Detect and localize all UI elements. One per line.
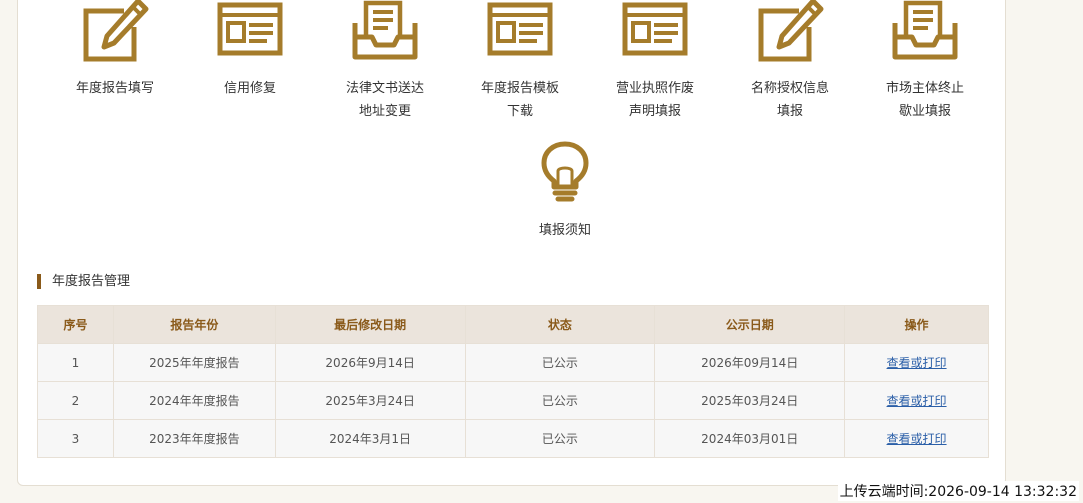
edit-icon bbox=[83, 0, 149, 62]
form-icon bbox=[622, 2, 688, 56]
view-or-print-link[interactable]: 查看或打印 bbox=[887, 356, 947, 370]
report-year: 2024年年度报告 bbox=[112, 381, 276, 420]
form-icon bbox=[217, 2, 283, 56]
service-icons-row: 年度报告填写 信用修复 法律文书送达 地址变更 年度报告模板 下载 营业执照作废… bbox=[48, 0, 992, 238]
publish-date: 2025年03月24日 bbox=[654, 381, 846, 420]
table-row: 3 2023年年度报告 2024年3月1日 已公示 2024年03月01日 查看… bbox=[37, 419, 989, 458]
view-or-print-link[interactable]: 查看或打印 bbox=[887, 432, 947, 446]
upload-time-label: 上传云端时间:2026-09-14 13:32:32 bbox=[837, 481, 1079, 501]
last-modified-date: 2026年9月14日 bbox=[274, 343, 466, 382]
view-or-print-link[interactable]: 查看或打印 bbox=[887, 394, 947, 408]
credit-repair-button[interactable]: 信用修复 bbox=[183, 0, 317, 100]
column-header: 报告年份 bbox=[112, 305, 276, 344]
status: 已公示 bbox=[464, 343, 656, 382]
annual-report-fill-button[interactable]: 年度报告填写 bbox=[48, 0, 182, 100]
row-index: 1 bbox=[37, 343, 114, 382]
edit-icon bbox=[758, 0, 824, 62]
column-header: 最后修改日期 bbox=[274, 305, 466, 344]
action-cell: 查看或打印 bbox=[844, 381, 989, 420]
icon-label: 名称授权信息 填报 bbox=[750, 81, 829, 119]
legal-document-address-change-button[interactable]: 法律文书送达 地址变更 bbox=[318, 0, 452, 123]
report-year: 2025年年度报告 bbox=[112, 343, 276, 382]
column-header: 状态 bbox=[464, 305, 656, 344]
column-header: 序号 bbox=[37, 305, 114, 344]
table-header-row: 序号 报告年份 最后修改日期 状态 公示日期 操作 bbox=[37, 305, 989, 344]
publish-date: 2026年09月14日 bbox=[654, 343, 846, 382]
filing-notice-button[interactable]: 填报须知 bbox=[498, 133, 632, 242]
icon-label: 信用修复 bbox=[223, 81, 276, 96]
section-title: 年度报告管理 bbox=[37, 274, 130, 289]
annual-report-table: 序号 报告年份 最后修改日期 状态 公示日期 操作 1 2025年年度报告 20… bbox=[37, 305, 989, 458]
row-index: 2 bbox=[37, 381, 114, 420]
column-header: 操作 bbox=[844, 305, 989, 344]
icon-label: 年度报告模板 下载 bbox=[480, 81, 559, 119]
icon-label: 法律文书送达 地址变更 bbox=[345, 81, 424, 119]
icon-label: 年度报告填写 bbox=[75, 81, 154, 96]
business-license-void-statement-button[interactable]: 营业执照作废 声明填报 bbox=[588, 0, 722, 123]
report-year: 2023年年度报告 bbox=[112, 419, 276, 458]
table-row: 1 2025年年度报告 2026年9月14日 已公示 2026年09月14日 查… bbox=[37, 343, 989, 382]
status: 已公示 bbox=[464, 419, 656, 458]
action-cell: 查看或打印 bbox=[844, 343, 989, 382]
form-icon bbox=[487, 2, 553, 56]
row-index: 3 bbox=[37, 419, 114, 458]
annual-report-template-download-button[interactable]: 年度报告模板 下载 bbox=[453, 0, 587, 123]
icon-label: 填报须知 bbox=[538, 223, 591, 238]
tray-icon bbox=[352, 0, 418, 60]
name-authorization-info-button[interactable]: 名称授权信息 填报 bbox=[723, 0, 857, 123]
icon-label: 市场主体终止 歇业填报 bbox=[885, 81, 964, 119]
action-cell: 查看或打印 bbox=[844, 419, 989, 458]
tray-icon bbox=[892, 0, 958, 60]
last-modified-date: 2025年3月24日 bbox=[274, 381, 466, 420]
column-header: 公示日期 bbox=[654, 305, 846, 344]
publish-date: 2024年03月01日 bbox=[654, 419, 846, 458]
market-entity-termination-button[interactable]: 市场主体终止 歇业填报 bbox=[858, 0, 992, 123]
main-panel: 年度报告填写 信用修复 法律文书送达 地址变更 年度报告模板 下载 营业执照作废… bbox=[17, 0, 1006, 486]
lightbulb-icon bbox=[541, 141, 589, 202]
status: 已公示 bbox=[464, 381, 656, 420]
last-modified-date: 2024年3月1日 bbox=[274, 419, 466, 458]
table-row: 2 2024年年度报告 2025年3月24日 已公示 2025年03月24日 查… bbox=[37, 381, 989, 420]
icon-label: 营业执照作废 声明填报 bbox=[615, 81, 694, 119]
